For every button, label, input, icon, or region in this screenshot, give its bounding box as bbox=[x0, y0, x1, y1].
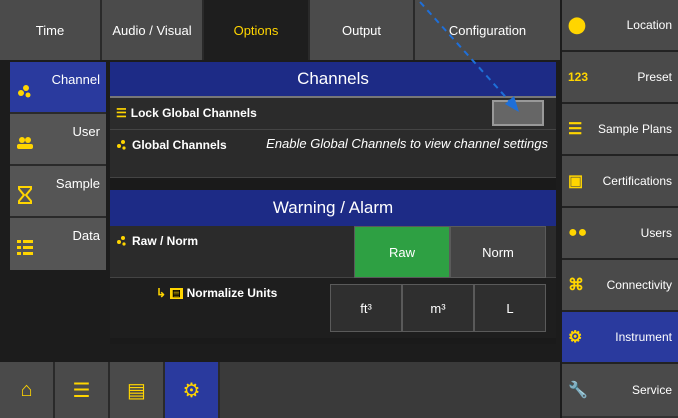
sidebar-item-instrument[interactable]: ⚙ Instrument bbox=[562, 312, 678, 364]
sub-arrow-icon: ↳ bbox=[156, 286, 167, 300]
sidebar-item-sample-plans[interactable]: ☰ Sample Plans bbox=[562, 104, 678, 156]
sidebar-item-label: Preset bbox=[637, 70, 672, 84]
options-subnav: Channel User Sample Data bbox=[10, 62, 106, 270]
tab-options[interactable]: Options bbox=[204, 0, 310, 60]
channels-banner: Channels bbox=[110, 62, 556, 98]
lock-global-channels-label: ☰ Lock Global Channels bbox=[116, 106, 257, 120]
lock-global-channels-text: Lock Global Channels bbox=[130, 106, 257, 120]
document-icon: ▤ bbox=[127, 379, 146, 402]
sidebar-item-certifications[interactable]: ▣ Certifications bbox=[562, 156, 678, 208]
raw-norm-row: Raw / Norm Raw Norm bbox=[110, 226, 556, 278]
channel-dots-icon bbox=[117, 140, 126, 150]
sidebar-item-location[interactable]: ⬤ Location bbox=[562, 0, 678, 52]
sidebar-item-connectivity[interactable]: ⌘ Connectivity bbox=[562, 260, 678, 312]
subnav-item-label: User bbox=[72, 124, 100, 139]
sidebar-item-preset[interactable]: 123 Preset bbox=[562, 52, 678, 104]
certificate-icon: ▣ bbox=[568, 173, 584, 190]
unit-l-button[interactable]: L bbox=[474, 284, 546, 332]
lock-global-channels-row: ☰ Lock Global Channels bbox=[110, 98, 556, 130]
bottom-nav-bar: ⌂ ☰ ▤ ⚙ bbox=[0, 362, 560, 418]
document-button[interactable]: ▤ bbox=[110, 362, 165, 418]
right-sidebar: ⬤ Location 123 Preset ☰ Sample Plans ▣ C… bbox=[562, 0, 678, 418]
subnav-item-user[interactable]: User bbox=[10, 114, 106, 166]
sidebar-item-label: Instrument bbox=[615, 330, 672, 344]
normalize-units-text: Normalize Units bbox=[186, 286, 278, 300]
unit-ft3-button[interactable]: ft³ bbox=[330, 284, 402, 332]
warning-alarm-banner: Warning / Alarm bbox=[110, 190, 556, 226]
raw-norm-text: Raw / Norm bbox=[132, 234, 199, 248]
global-channels-text: Global Channels bbox=[132, 138, 227, 152]
unit-m3-button[interactable]: m³ bbox=[402, 284, 474, 332]
subnav-item-sample[interactable]: Sample bbox=[10, 166, 106, 218]
home-icon: ⌂ bbox=[20, 378, 33, 401]
sidebar-item-label: Location bbox=[626, 18, 672, 32]
tab-audio-visual-label: Audio / Visual bbox=[112, 22, 192, 38]
sidebar-item-label: Users bbox=[640, 226, 672, 240]
tab-configuration[interactable]: Configuration bbox=[415, 0, 560, 60]
channel-dots-icon bbox=[18, 85, 31, 98]
raw-norm-label: Raw / Norm bbox=[116, 234, 198, 248]
list-icon bbox=[17, 240, 33, 255]
tab-time-label: Time bbox=[35, 22, 65, 38]
list-icon: ☰ bbox=[72, 379, 91, 402]
document-icon: ▤ bbox=[170, 287, 183, 299]
global-channels-row: Global Channels Enable Global Channels t… bbox=[110, 130, 556, 178]
subnav-item-label: Sample bbox=[55, 176, 100, 191]
123-icon: 123 bbox=[568, 70, 589, 84]
hourglass-icon bbox=[18, 186, 32, 204]
list-button[interactable]: ☰ bbox=[55, 362, 110, 418]
bottom-bar-filler bbox=[220, 362, 560, 418]
tab-audio-visual[interactable]: Audio / Visual bbox=[102, 0, 204, 60]
wrench-icon: 🔧 bbox=[568, 382, 588, 399]
subnav-item-data[interactable]: Data bbox=[10, 218, 106, 270]
lock-global-channels-toggle[interactable] bbox=[492, 100, 544, 126]
users-icon bbox=[17, 137, 33, 149]
options-main-panel: Channels ☰ Lock Global Channels Global C… bbox=[110, 62, 556, 344]
lock-list-icon: ☰ bbox=[116, 106, 127, 120]
global-channels-hint: Enable Global Channels to view channel s… bbox=[266, 136, 548, 151]
sidebar-item-service[interactable]: 🔧 Service bbox=[562, 364, 678, 416]
tab-output-label: Output bbox=[341, 22, 382, 38]
sidebar-item-users[interactable]: ●● Users bbox=[562, 208, 678, 260]
normalize-units-row: ↳ ▤ Normalize Units ft³ m³ L bbox=[110, 278, 556, 338]
channel-dots-icon bbox=[117, 236, 126, 246]
tab-configuration-label: Configuration bbox=[448, 22, 527, 38]
subnav-item-label: Data bbox=[72, 228, 100, 243]
gear-icon: ⚙ bbox=[182, 379, 201, 402]
sidebar-item-label: Connectivity bbox=[606, 278, 672, 292]
sidebar-item-label: Certifications bbox=[602, 174, 672, 188]
sidebar-item-label: Sample Plans bbox=[597, 122, 672, 136]
tab-output[interactable]: Output bbox=[310, 0, 415, 60]
home-button[interactable]: ⌂ bbox=[0, 362, 55, 418]
top-tab-bar: Time Audio / Visual Options Output Confi… bbox=[0, 0, 560, 60]
sidebar-item-label: Service bbox=[631, 383, 672, 397]
settings-button[interactable]: ⚙ bbox=[165, 362, 220, 418]
subnav-item-label: Channel bbox=[51, 72, 100, 87]
global-channels-label: Global Channels bbox=[116, 138, 227, 152]
tab-time[interactable]: Time bbox=[0, 0, 102, 60]
tab-options-label: Options bbox=[233, 22, 279, 38]
subnav-item-channel[interactable]: Channel bbox=[10, 62, 106, 114]
raw-button[interactable]: Raw bbox=[354, 226, 450, 278]
norm-button[interactable]: Norm bbox=[450, 226, 546, 278]
gear-icon: ⚙ bbox=[568, 329, 583, 346]
list-icon: ☰ bbox=[568, 121, 583, 138]
normalize-units-label: ↳ ▤ Normalize Units bbox=[156, 286, 277, 300]
network-icon: ⌘ bbox=[568, 277, 584, 294]
users-icon: ●● bbox=[568, 224, 588, 241]
location-pin-icon: ⬤ bbox=[568, 17, 586, 34]
